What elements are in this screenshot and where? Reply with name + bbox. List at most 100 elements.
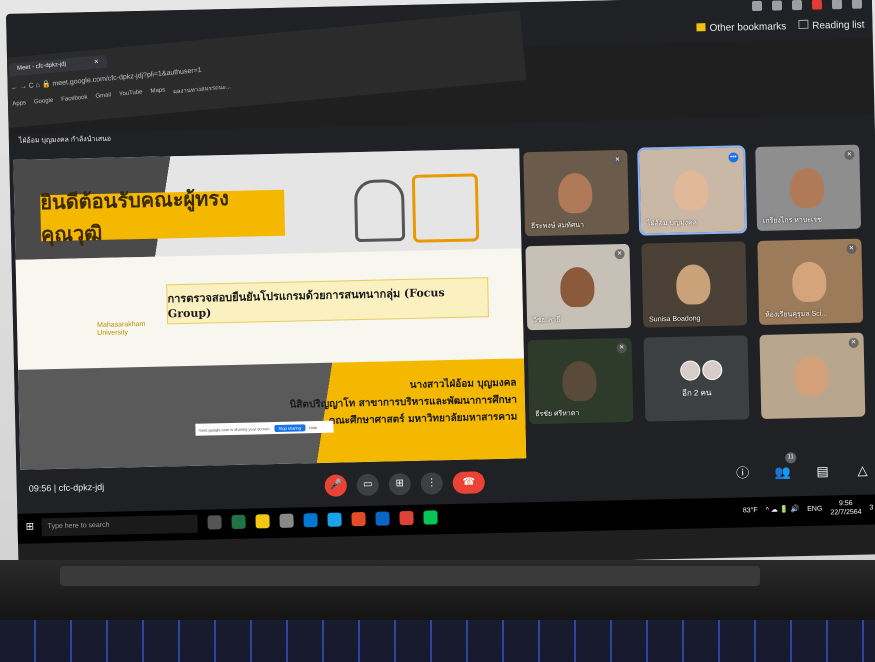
slide-footer: นางสาวไฝ่อ้อม บุญมงคล นิสิตปริญญาโท สาขา… bbox=[18, 358, 527, 470]
participant-video bbox=[557, 172, 593, 214]
tray-icons[interactable]: ^ ☁ 🔋 🔊 bbox=[766, 505, 800, 514]
participant-name: ห้องเรียนคุรุมล Sci... bbox=[764, 310, 828, 319]
bookmark-apps[interactable]: Apps bbox=[12, 100, 27, 111]
extension-icon[interactable] bbox=[751, 0, 763, 12]
university-wordmark: Mahasarakham University bbox=[97, 321, 146, 338]
meeting-details-icon[interactable]: ⓘ bbox=[732, 463, 752, 483]
file-explorer-icon[interactable] bbox=[255, 514, 270, 529]
keyboard bbox=[0, 620, 875, 662]
participant-name: ธีระพงษ์ สมทัศนา bbox=[530, 221, 585, 231]
edge-icon[interactable] bbox=[327, 512, 342, 527]
task-view-icon[interactable] bbox=[207, 515, 222, 530]
app-icon[interactable] bbox=[375, 511, 390, 526]
hide-button[interactable]: Hide bbox=[309, 425, 317, 430]
laptop-body bbox=[0, 560, 875, 662]
system-tray: 83°F ^ ☁ 🔋 🔊 ENG 9:56 22/7/2564 3 bbox=[743, 498, 874, 519]
bookmark-gmail[interactable]: Gmail bbox=[95, 92, 112, 103]
chrome-icon[interactable] bbox=[399, 510, 414, 526]
other-bookmarks-label: Other bookmarks bbox=[709, 20, 787, 34]
taskbar-apps bbox=[207, 510, 438, 530]
participant-tile[interactable]: ✕ bbox=[759, 332, 866, 419]
avatar bbox=[702, 359, 723, 381]
camera-toggle-button[interactable]: ▭ bbox=[356, 473, 380, 497]
participant-tile-active[interactable]: ••• ไฝ่อ้อม บุญมงคล bbox=[637, 145, 748, 236]
participant-video bbox=[562, 360, 597, 402]
participant-tile[interactable]: ✕ ธีระพงษ์ สมทัศนา bbox=[523, 149, 630, 237]
participant-video bbox=[673, 170, 709, 211]
shared-slide: ยินดีต้อนรับคณะผู้ทรงคุณวุฒิ การตรวจสอบย… bbox=[13, 148, 527, 470]
bookmark-work[interactable]: ผลงานทางสมรรถนะ... bbox=[173, 81, 232, 96]
close-icon[interactable]: ✕ bbox=[94, 58, 100, 65]
laptop-hinge bbox=[60, 566, 760, 586]
call-controls: 🎤 ▭ ⊞ ⋮ ☎ bbox=[324, 471, 485, 497]
more-options-button[interactable]: ⋮ bbox=[420, 472, 444, 495]
mic-toggle-button[interactable]: 🎤 bbox=[324, 474, 348, 497]
meet-area: ไฝ่อ้อม บุญมงคล กำลังนำเสนอ ยินดีต้อนรับ… bbox=[8, 114, 875, 534]
bookmark-star-icon[interactable] bbox=[771, 0, 783, 11]
clock-date: 22/7/2564 bbox=[830, 508, 862, 517]
tab-title: Meet - cfc-dpkz-jdj bbox=[16, 61, 67, 72]
participant-name: ธีรชัย ศรีหาตา bbox=[535, 410, 580, 419]
leave-call-button[interactable]: ☎ bbox=[452, 471, 485, 494]
powerpoint-icon[interactable] bbox=[351, 511, 366, 527]
taskbar-search-input[interactable]: Type here to search bbox=[41, 514, 198, 537]
settings-icon[interactable] bbox=[279, 513, 294, 528]
reading-list-label: Reading list bbox=[812, 19, 865, 32]
bookmark-google[interactable]: Google bbox=[34, 98, 54, 110]
clock-time: 9:56 bbox=[838, 499, 853, 508]
share-notice-text: meet.google.com is sharing your screen. bbox=[198, 425, 271, 433]
mic-off-icon: ✕ bbox=[616, 343, 627, 354]
clock[interactable]: 9:56 22/7/2564 bbox=[830, 499, 862, 518]
activities-button[interactable]: △ bbox=[852, 460, 872, 480]
weather-text[interactable]: 83°F bbox=[743, 507, 758, 514]
reading-list-icon bbox=[798, 19, 809, 30]
participant-name: ไฝ่อ้อม บุญมงคล bbox=[646, 219, 698, 228]
notification-badge[interactable]: 3 bbox=[869, 504, 873, 511]
mic-off-icon: ✕ bbox=[844, 149, 855, 161]
bookmarks-bar-right: Other bookmarks Reading list bbox=[696, 19, 865, 35]
participant-tile[interactable]: Sunisa Boadong bbox=[641, 241, 748, 328]
other-bookmarks-link[interactable]: Other bookmarks bbox=[696, 21, 786, 34]
line-icon[interactable] bbox=[423, 510, 438, 525]
store-icon[interactable] bbox=[303, 513, 318, 528]
side-controls: ⓘ 👥 11 ▤ △ bbox=[732, 452, 872, 483]
present-button[interactable]: ⊞ bbox=[388, 472, 412, 496]
bookmark-youtube[interactable]: YouTube bbox=[119, 89, 143, 101]
meeting-time: 09:56 bbox=[28, 483, 52, 494]
participant-name: เกรียงไกร หาบะเรซ bbox=[762, 216, 822, 225]
participant-tile[interactable]: ✕ เกรียงไกร หาบะเรซ bbox=[755, 144, 862, 232]
bookmark-maps[interactable]: Maps bbox=[150, 87, 166, 98]
presenter-label: ไฝ่อ้อม บุญมงคล กำลังนำเสนอ bbox=[18, 135, 112, 145]
participant-name: วิชัย ลาธี bbox=[533, 316, 561, 325]
stop-sharing-button[interactable]: Stop sharing bbox=[274, 423, 306, 432]
bookmark-facebook[interactable]: Facebook bbox=[61, 95, 88, 107]
puzzle-icon[interactable] bbox=[831, 0, 843, 10]
meeting-time-code: 09:56 | cfc-dpkz-jdj bbox=[28, 481, 105, 494]
mic-off-icon: ✕ bbox=[846, 243, 857, 254]
university-line2: University bbox=[97, 329, 129, 338]
extension-icon[interactable] bbox=[791, 0, 803, 11]
tab-meet[interactable]: Meet - cfc-dpkz-jdj ✕ bbox=[8, 54, 108, 77]
chat-button[interactable]: ▤ bbox=[812, 461, 832, 481]
more-participants-label: อีก 2 คน bbox=[681, 388, 712, 398]
participant-tile[interactable]: ✕ ห้องเรียนคุรุมล Sci... bbox=[757, 238, 864, 325]
extension-icons bbox=[751, 0, 863, 12]
university-seal-logo bbox=[353, 179, 406, 243]
avatar[interactable] bbox=[851, 0, 863, 9]
participant-video bbox=[791, 261, 827, 303]
participant-grid: ✕ ธีระพงษ์ สมทัศนา ••• ไฝ่อ้อม บุญมงคล ✕… bbox=[523, 144, 875, 425]
folder-icon bbox=[696, 22, 706, 31]
pdf-extension-icon[interactable] bbox=[811, 0, 823, 10]
participant-tile[interactable]: ✕ ธีรชัย ศรีหาตา bbox=[527, 337, 634, 425]
participant-video bbox=[793, 355, 829, 397]
more-participants-tile[interactable]: อีก 2 คน bbox=[643, 335, 750, 422]
windows-start-icon[interactable]: ⊞ bbox=[26, 521, 35, 532]
slide-header: ยินดีต้อนรับคณะผู้ทรงคุณวุฒิ bbox=[13, 148, 522, 260]
language-indicator[interactable]: ENG bbox=[807, 505, 822, 512]
reading-list-link[interactable]: Reading list bbox=[798, 19, 865, 33]
participant-tile[interactable]: ✕ วิชัย ลาธี bbox=[525, 243, 632, 331]
excel-icon[interactable] bbox=[231, 514, 246, 530]
participant-video bbox=[675, 264, 711, 305]
people-button[interactable]: 👥 11 bbox=[772, 452, 797, 482]
avatar bbox=[680, 360, 701, 381]
